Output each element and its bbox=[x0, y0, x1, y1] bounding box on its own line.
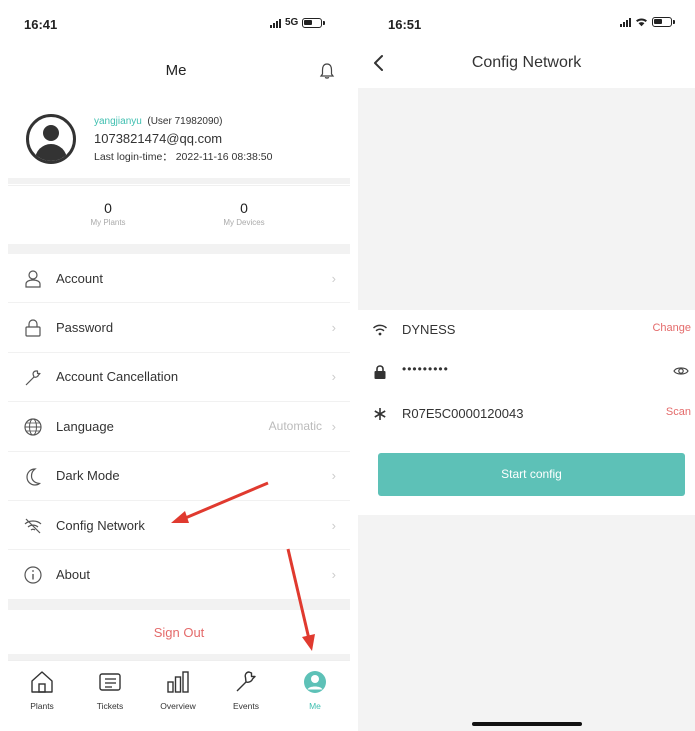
avatar[interactable] bbox=[26, 114, 76, 164]
chevron-right-icon: › bbox=[331, 418, 336, 434]
stat-label: My Plants bbox=[90, 218, 126, 227]
user-id: (User 71982090) bbox=[147, 116, 223, 127]
menu-item-config-network[interactable]: Config Network › bbox=[8, 501, 350, 551]
me-screen: 16:41 5G Me yangjianyu (User 71982090) 1… bbox=[0, 0, 352, 731]
chevron-right-icon: › bbox=[331, 468, 336, 484]
asterisk-icon bbox=[374, 408, 386, 420]
footer-background bbox=[358, 515, 695, 731]
eye-icon[interactable] bbox=[673, 364, 689, 378]
status-bar: 16:41 5G bbox=[0, 0, 352, 50]
bottom-tab-bar: Plants Tickets Overview Events Me bbox=[8, 660, 350, 720]
wrench-icon bbox=[25, 370, 41, 386]
person-icon bbox=[304, 671, 326, 693]
menu-item-label: Account bbox=[56, 270, 103, 286]
wifi-config-icon bbox=[24, 518, 42, 534]
menu-item-label: Password bbox=[56, 320, 114, 336]
tab-me[interactable]: Me bbox=[285, 669, 345, 711]
battery-icon bbox=[302, 17, 326, 28]
header-background bbox=[358, 88, 695, 310]
language-value: Automatic bbox=[268, 419, 322, 434]
battery-icon bbox=[652, 17, 675, 27]
settings-menu: Account › Password › Account Cancellatio… bbox=[8, 254, 350, 600]
status-time: 16:41 bbox=[24, 17, 58, 32]
menu-item-language[interactable]: Language Automatic › bbox=[8, 402, 350, 452]
stat-label: My Devices bbox=[223, 218, 265, 227]
menu-item-about[interactable]: About › bbox=[8, 550, 350, 600]
chevron-right-icon: › bbox=[331, 270, 336, 286]
tab-label: Tickets bbox=[96, 701, 124, 711]
chevron-right-icon: › bbox=[331, 369, 336, 385]
tab-label: Overview bbox=[160, 701, 196, 711]
wifi-icon bbox=[373, 324, 387, 336]
wifi-status-icon bbox=[636, 18, 647, 27]
start-config-button[interactable]: Start config bbox=[378, 453, 685, 496]
stat-value: 0 bbox=[104, 200, 112, 216]
user-email: 1073821474@qq.com bbox=[94, 131, 223, 146]
signal-icon bbox=[270, 18, 281, 28]
scan-button[interactable]: Scan bbox=[666, 406, 691, 418]
serial-number: R07E5C0000120043 bbox=[402, 406, 524, 421]
menu-item-label: Config Network bbox=[56, 517, 145, 533]
screenshot-stage: 16:41 5G Me yangjianyu (User 71982090) 1… bbox=[0, 0, 695, 731]
tab-label: Me bbox=[309, 701, 321, 711]
password-field[interactable]: ••••••••• bbox=[402, 362, 449, 376]
tab-plants[interactable]: Plants bbox=[12, 669, 72, 711]
change-wifi-button[interactable]: Change bbox=[652, 322, 691, 334]
stats-row: 0 My Plants 0 My Devices bbox=[8, 185, 350, 243]
username: yangjianyu bbox=[94, 116, 142, 127]
bar-chart-icon bbox=[167, 671, 189, 693]
menu-item-label: Account Cancellation bbox=[56, 369, 179, 385]
page-title: Me bbox=[165, 62, 187, 79]
ticket-icon bbox=[99, 673, 121, 691]
lock-icon bbox=[374, 365, 386, 379]
globe-icon bbox=[24, 418, 42, 436]
tab-overview[interactable]: Overview bbox=[148, 669, 208, 711]
last-login-time: Last login-time： 2022-11-16 08:38:50 bbox=[94, 151, 273, 163]
user-icon bbox=[25, 270, 41, 288]
menu-item-label: Dark Mode bbox=[56, 468, 120, 484]
network-type: 5G bbox=[285, 17, 299, 28]
status-indicators: 5G bbox=[270, 17, 326, 28]
status-bar: 16:51 bbox=[358, 0, 695, 50]
menu-item-dark-mode[interactable]: Dark Mode › bbox=[8, 452, 350, 501]
tab-label: Events bbox=[233, 701, 259, 711]
chevron-right-icon: › bbox=[331, 320, 336, 336]
signal-icon bbox=[620, 17, 631, 27]
username-line: yangjianyu (User 71982090) bbox=[94, 116, 222, 127]
status-indicators bbox=[620, 17, 675, 27]
stat-my-devices[interactable]: 0 My Devices bbox=[184, 200, 304, 227]
section-divider bbox=[8, 178, 350, 184]
chevron-right-icon: › bbox=[331, 517, 336, 533]
menu-item-account[interactable]: Account › bbox=[8, 254, 350, 304]
wifi-ssid: DYNESS bbox=[402, 322, 456, 337]
section-divider bbox=[8, 600, 350, 610]
bell-icon[interactable] bbox=[318, 62, 336, 80]
info-icon bbox=[24, 566, 42, 584]
tab-tickets[interactable]: Tickets bbox=[80, 669, 140, 711]
lock-icon bbox=[25, 319, 41, 337]
menu-item-label: About bbox=[56, 567, 90, 583]
section-divider bbox=[8, 244, 350, 254]
home-indicator bbox=[472, 722, 582, 726]
menu-item-account-cancellation[interactable]: Account Cancellation › bbox=[8, 353, 350, 403]
status-time: 16:51 bbox=[388, 17, 422, 32]
tab-events[interactable]: Events bbox=[216, 669, 276, 711]
home-icon bbox=[31, 671, 53, 693]
menu-item-password[interactable]: Password › bbox=[8, 303, 350, 353]
config-network-screen: 16:51 Config Network DYNESS Change •••••… bbox=[358, 0, 695, 731]
tab-label: Plants bbox=[30, 701, 54, 711]
menu-item-label: Language bbox=[56, 418, 114, 434]
serial-row[interactable]: R07E5C0000120043 Scan bbox=[358, 394, 695, 434]
stat-my-plants[interactable]: 0 My Plants bbox=[48, 200, 168, 227]
page-title: Config Network bbox=[471, 54, 582, 71]
wrench-icon bbox=[236, 671, 256, 692]
sign-out-button[interactable]: Sign Out bbox=[8, 612, 350, 654]
chevron-right-icon: › bbox=[331, 567, 336, 583]
password-row[interactable]: ••••••••• bbox=[358, 352, 695, 392]
stat-value: 0 bbox=[240, 200, 248, 216]
profile-card[interactable]: yangjianyu (User 71982090) 1073821474@qq… bbox=[20, 108, 350, 172]
wifi-row[interactable]: DYNESS Change bbox=[358, 310, 695, 350]
moon-icon bbox=[26, 467, 42, 486]
